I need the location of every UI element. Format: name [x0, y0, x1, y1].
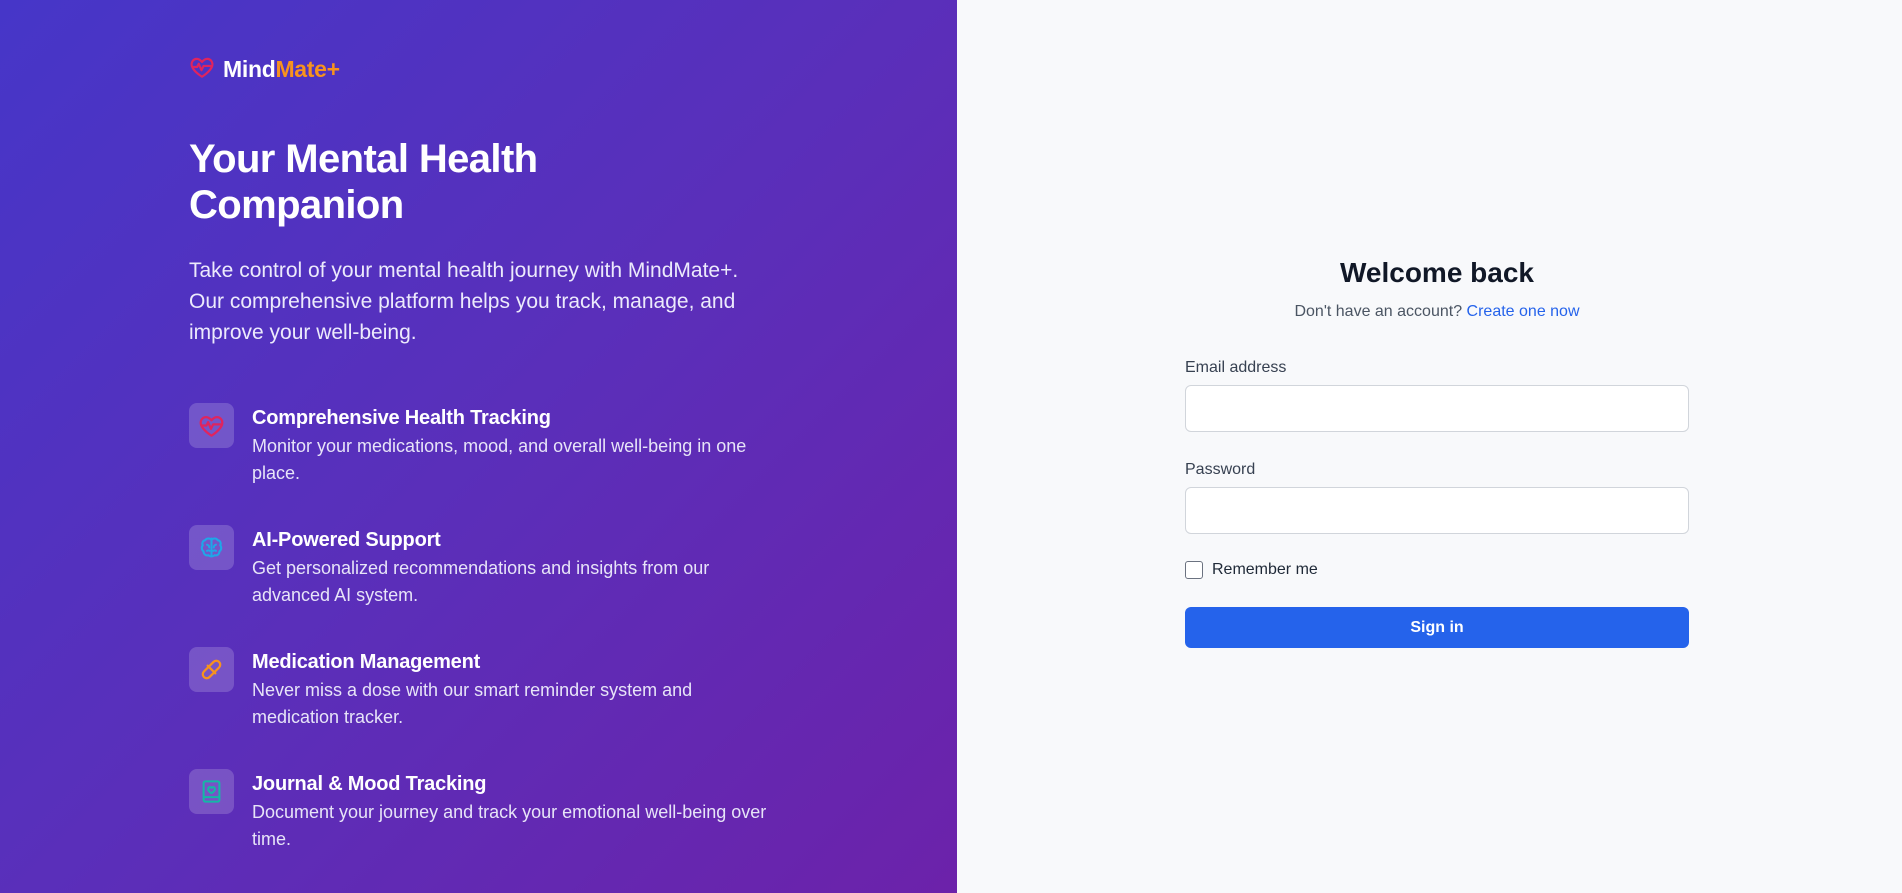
email-field[interactable] [1185, 385, 1689, 432]
signup-prompt: Don't have an account? Create one now [1185, 301, 1689, 323]
brand-name-part2: Mate+ [275, 56, 340, 82]
hero-intro: Take control of your mental health journ… [189, 259, 739, 344]
hero-headline: Your Mental Health Companion [189, 137, 538, 227]
feature-list: Comprehensive Health Tracking Monitor yo… [189, 403, 779, 891]
password-label: Password [1185, 461, 1256, 478]
hero-panel: MindMate+ Your Mental Health Companion T… [0, 0, 957, 893]
create-account-link[interactable]: Create one now [1467, 303, 1580, 320]
remember-me-checkbox[interactable] [1185, 561, 1203, 579]
feature-description: Document your journey and track your emo… [252, 802, 767, 849]
feature-item-medication: Medication Management Never miss a dose … [189, 647, 779, 769]
feature-title: AI-Powered Support [252, 529, 441, 551]
password-field[interactable] [1185, 487, 1689, 534]
journal-icon [189, 769, 234, 814]
email-label: Email address [1185, 359, 1287, 376]
feature-description: Never miss a dose with our smart reminde… [252, 680, 693, 727]
heart-pulse-icon [189, 403, 234, 448]
feature-title: Comprehensive Health Tracking [252, 407, 551, 429]
no-account-text: Don't have an account? [1294, 303, 1463, 320]
feature-description: Monitor your medications, mood, and over… [252, 436, 747, 483]
brand-name: MindMate+ [223, 56, 340, 83]
sign-in-button[interactable]: Sign in [1185, 607, 1689, 648]
feature-title: Medication Management [252, 651, 481, 673]
brain-icon [189, 525, 234, 570]
page-title: Welcome back [1339, 257, 1535, 288]
feature-item-journal: Journal & Mood Tracking Document your jo… [189, 769, 779, 891]
brand-logo[interactable]: MindMate+ [189, 54, 340, 85]
login-form: Welcome back Don't have an account? Crea… [1185, 254, 1689, 648]
feature-description: Get personalized recommendations and ins… [252, 558, 710, 605]
remember-me-label: Remember me [1212, 561, 1318, 578]
feature-item-health-tracking: Comprehensive Health Tracking Monitor yo… [189, 403, 779, 525]
pill-icon [189, 647, 234, 692]
heart-pulse-icon [189, 54, 215, 85]
feature-item-ai-support: AI-Powered Support Get personalized reco… [189, 525, 779, 647]
feature-title: Journal & Mood Tracking [252, 773, 487, 795]
brand-name-part1: Mind [223, 56, 276, 82]
remember-me[interactable]: Remember me [1185, 561, 1689, 579]
login-panel: Welcome back Don't have an account? Crea… [957, 0, 1902, 893]
